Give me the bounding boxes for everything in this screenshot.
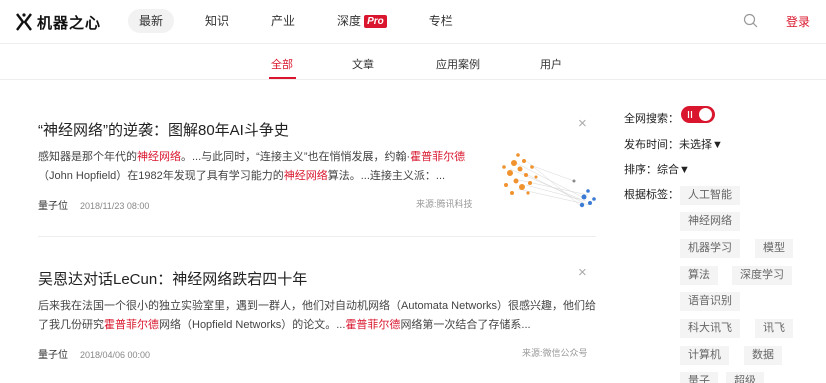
tag-chip[interactable]: 机器学习 (680, 239, 740, 258)
login-button[interactable]: 登录 (786, 13, 810, 30)
tag-chip[interactable]: 超级 (726, 372, 764, 383)
publish-time-filter: 发布时间：未选择▼ (624, 139, 723, 151)
article-divider (38, 236, 596, 237)
toggle-knob (699, 108, 712, 121)
article-meta: 量子位 2018/11/23 08:00 (38, 197, 149, 212)
article-summary: 后来我在法国一个很小的独立实验室里，遇到一群人，他们对自动机网络（Automat… (38, 300, 596, 331)
tag-chip[interactable]: 语音识别 (680, 292, 740, 311)
tags-filter-label: 根据标签： (624, 189, 679, 201)
article-title[interactable]: “神经网络”的逆袭：图解80年AI斗争史 (38, 119, 598, 140)
sort-filter: 排序：综合▼ (624, 164, 690, 176)
article-title[interactable]: 吴恩达对话LeCun：神经网络跌宕四十年 (38, 268, 598, 289)
article-date: 2018/11/23 08:00 (80, 201, 150, 211)
article-card[interactable]: 吴恩达对话LeCun：神经网络跌宕四十年 后来我在法国一个很小的独立实验室里，遇… (38, 264, 598, 368)
tab-all[interactable]: 全部 (271, 56, 293, 72)
dismiss-close-icon[interactable]: × (578, 115, 587, 132)
tag-chip[interactable]: 模型 (755, 239, 793, 258)
nav-item-column[interactable]: 专栏 (418, 9, 464, 33)
tag-chip[interactable]: 数据 (744, 346, 782, 365)
article-thumbnail[interactable] (496, 141, 598, 217)
article-source: 来源:腾讯科技 (416, 199, 473, 209)
logo-icon (16, 13, 32, 31)
result-tabs: 全部 文章 应用案例 用户 (0, 44, 826, 80)
main-nav: 最新 知识 产业 深度 Pro 专栏 (128, 9, 484, 33)
article-date: 2018/04/06 00:00 (80, 350, 151, 360)
dismiss-close-icon[interactable]: × (578, 264, 587, 281)
tag-chip[interactable]: 计算机 (680, 346, 729, 365)
logo-text: 机器之心 (37, 14, 102, 32)
article-card[interactable]: “神经网络”的逆袭：图解80年AI斗争史 感知器是那个年代的神经网络。...与此… (38, 115, 598, 219)
article-author[interactable]: 量子位 (38, 201, 68, 212)
tag-chip[interactable]: 人工智能 (680, 186, 740, 205)
web-search-toggle[interactable] (681, 106, 715, 123)
toggle-bars-icon (687, 111, 693, 118)
publish-time-dropdown[interactable]: 未选择▼ (679, 139, 723, 151)
nav-item-knowledge[interactable]: 知识 (194, 9, 240, 33)
tag-chip[interactable]: 讯飞 (755, 319, 793, 338)
web-search-filter: 全网搜索： (624, 110, 679, 126)
nav-item-depth[interactable]: 深度 Pro (326, 9, 398, 33)
article-author[interactable]: 量子位 (38, 350, 68, 361)
tab-articles[interactable]: 文章 (352, 56, 374, 72)
sort-dropdown[interactable]: 综合▼ (657, 164, 690, 176)
active-tab-indicator (269, 77, 296, 79)
site-logo[interactable]: 机器之心 (14, 9, 101, 35)
search-icon[interactable] (742, 12, 760, 30)
tab-users[interactable]: 用户 (540, 56, 562, 72)
top-header: 机器之心 最新 知识 产业 深度 Pro 专栏 登录 (0, 0, 826, 44)
tab-use-cases[interactable]: 应用案例 (436, 56, 480, 72)
article-meta: 量子位 2018/04/06 00:00 (38, 346, 150, 361)
web-search-label: 全网搜索： (624, 113, 679, 125)
tag-chip[interactable]: 科大讯飞 (680, 319, 740, 338)
tag-chip[interactable]: 深度学习 (732, 266, 792, 285)
article-source: 来源:微信公众号 (522, 348, 588, 358)
tag-chip[interactable]: 量子 (680, 372, 718, 383)
pro-badge: Pro (364, 15, 387, 28)
article-summary: 感知器是那个年代的神经网络。...与此同时，“连接主义”也在悄悄发展，约翰·霍普… (38, 151, 466, 182)
tag-chip[interactable]: 神经网络 (680, 212, 740, 231)
tag-chip[interactable]: 算法 (680, 266, 718, 285)
nav-item-industry[interactable]: 产业 (260, 9, 306, 33)
nav-item-latest[interactable]: 最新 (128, 9, 175, 33)
